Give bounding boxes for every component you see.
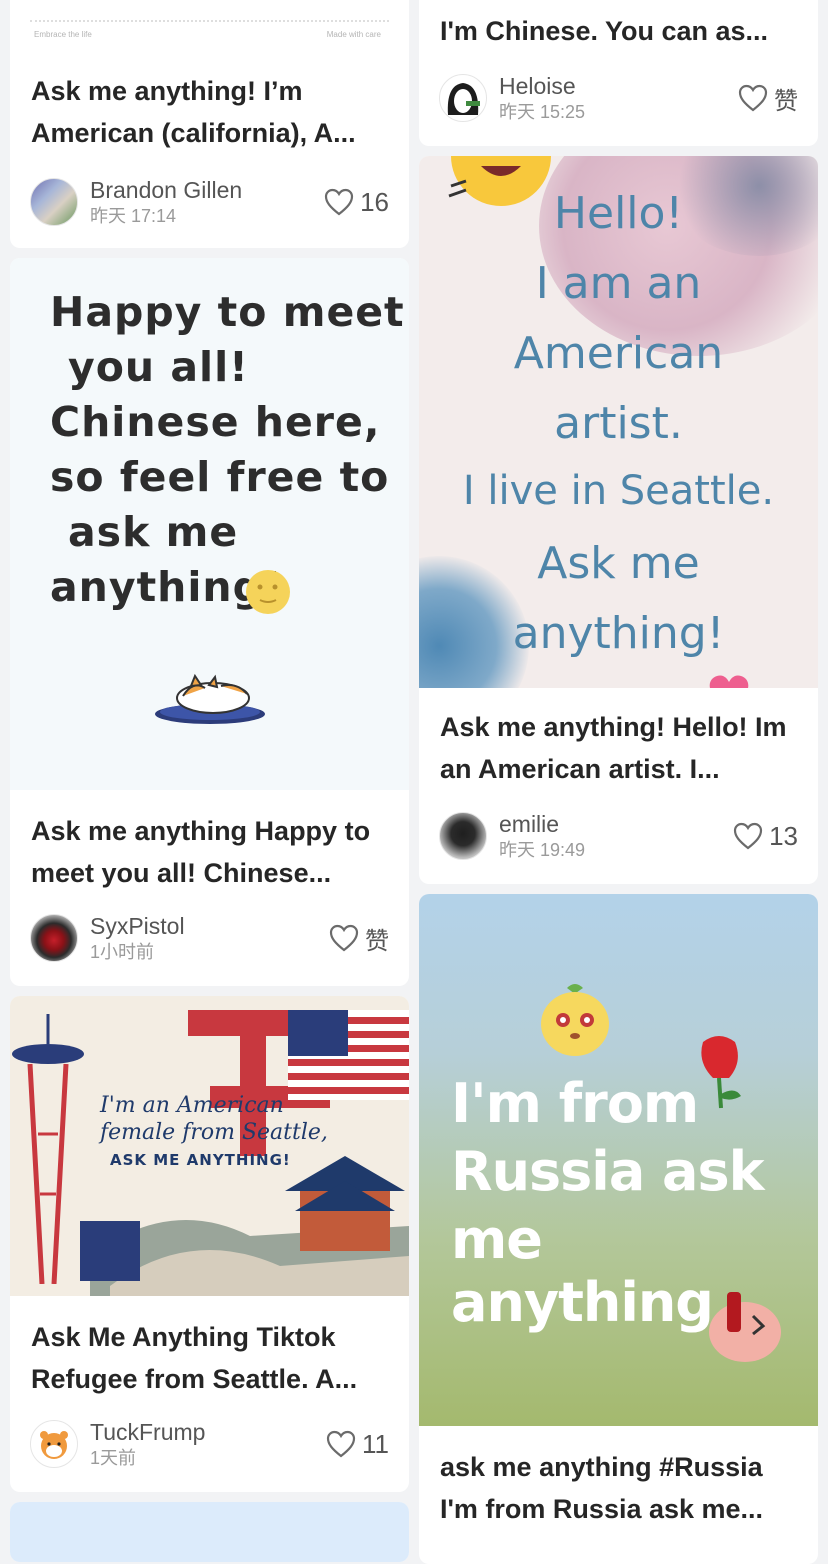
heart-icon [326,1430,356,1458]
post-meta: SyxPistol 1小时前 赞 [30,912,389,966]
like-count: 13 [769,820,798,851]
post-time: 昨天 15:25 [499,102,586,122]
like-count: 赞 [365,927,389,955]
post-time: 1小时前 [90,942,155,962]
image-text-line: I'm from [451,1072,699,1135]
image-text-line: American [513,328,724,379]
us-flag [288,1010,409,1100]
decor-block [80,1221,140,1281]
post-title[interactable]: Ask me anything Happy to meet you all! C… [31,810,389,894]
image-text-line: Happy to meet [50,288,405,336]
heart-icon [733,822,763,850]
dog-emoji-icon [541,984,609,1056]
post-title[interactable]: ask me anything #Russia I'm from Russia … [440,1446,798,1530]
image-text-line: Chinese here, [50,398,381,446]
hamster-icon [40,1431,68,1459]
post-card[interactable]: I'm from Russia ask me anything ask me a… [419,894,818,1564]
post-time: 昨天 19:49 [499,840,586,860]
avatar[interactable] [30,178,78,226]
post-meta: Heloise 昨天 15:25 赞 [439,72,798,126]
sleeping-cat-icon [155,673,265,724]
image-text-line: so feel free to [50,453,390,501]
post-time: 昨天 17:14 [90,206,177,226]
author-name[interactable]: emilie [499,810,559,838]
post-card[interactable]: Embrace the life Made with care Ask me a… [10,0,409,248]
avatar[interactable] [439,812,487,860]
sketch-girl-icon [447,83,480,115]
image-text-line: ask me [68,508,239,556]
like-count: 11 [362,1428,389,1459]
post-time: 1天前 [90,1448,137,1468]
avatar[interactable] [30,914,78,962]
heart-icon [738,84,768,112]
post-card[interactable]: I'm an American female from Seattle, ASK… [10,996,409,1492]
image-text-line: I live in Seattle. [462,468,775,514]
image-text-line: you all! [68,343,249,391]
like-button[interactable]: 11 [326,1428,389,1460]
post-image: Embrace the life Made with care [10,0,409,50]
space-needle [12,1014,84,1284]
image-text-line: Russia ask [451,1140,765,1203]
like-button[interactable]: 16 [324,186,389,218]
post-image[interactable]: I'm from Russia ask me anything [419,894,818,1426]
avatar[interactable] [439,74,487,122]
post-meta: TuckFrump 1天前 11 [30,1418,389,1472]
post-card[interactable] [10,1502,409,1562]
post-image[interactable] [10,1502,409,1562]
like-button[interactable]: 赞 [329,922,389,955]
author-name[interactable]: TuckFrump [90,1418,205,1446]
post-meta: emilie 昨天 19:49 13 [439,810,798,864]
image-text-line: Hello! [553,188,684,239]
avatar[interactable] [30,1420,78,1468]
author-name[interactable]: Heloise [499,72,576,100]
heart-decor-icon [709,675,749,688]
like-count: 赞 [774,87,798,115]
heart-icon [329,924,359,952]
post-image[interactable]: Hello! I am an American artist. I live i… [419,156,818,688]
heart-icon [324,188,354,216]
like-button[interactable]: 13 [733,820,798,852]
post-image[interactable]: Happy to meet you all! Chinese here, so … [10,258,409,790]
post-title[interactable]: I'm Chinese. You can as... [440,10,798,52]
post-image[interactable]: I'm an American female from Seattle, ASK… [10,996,409,1296]
image-text-line: anything! [512,608,725,659]
image-caption-right: Made with care [326,30,381,39]
post-title[interactable]: Ask Me Anything Tiktok Refugee from Seat… [31,1316,389,1400]
post-card[interactable]: I'm Chinese. You can as... Heloise 昨天 15… [419,0,818,146]
image-caption-left: Embrace the life [34,30,92,39]
image-text-line: Ask me [537,538,700,589]
moon-face-icon [246,570,290,614]
image-text-line: I'm an American [100,1093,284,1118]
post-title[interactable]: Ask me anything! I’m American (californi… [31,70,389,154]
post-title[interactable]: Ask me anything! Hello! Im an American a… [440,706,798,790]
image-text-line: me anything [451,1208,714,1334]
post-card[interactable]: Happy to meet you all! Chinese here, so … [10,258,409,986]
post-card[interactable]: Hello! I am an American artist. I live i… [419,156,818,884]
image-text-line: artist. [554,398,683,449]
like-button[interactable]: 赞 [738,82,798,115]
author-name[interactable]: Brandon Gillen [90,176,242,204]
post-meta: Brandon Gillen 昨天 17:14 16 [30,176,389,230]
image-text-line: I am an [535,258,702,309]
like-count: 16 [360,186,389,217]
author-name[interactable]: SyxPistol [90,912,185,940]
